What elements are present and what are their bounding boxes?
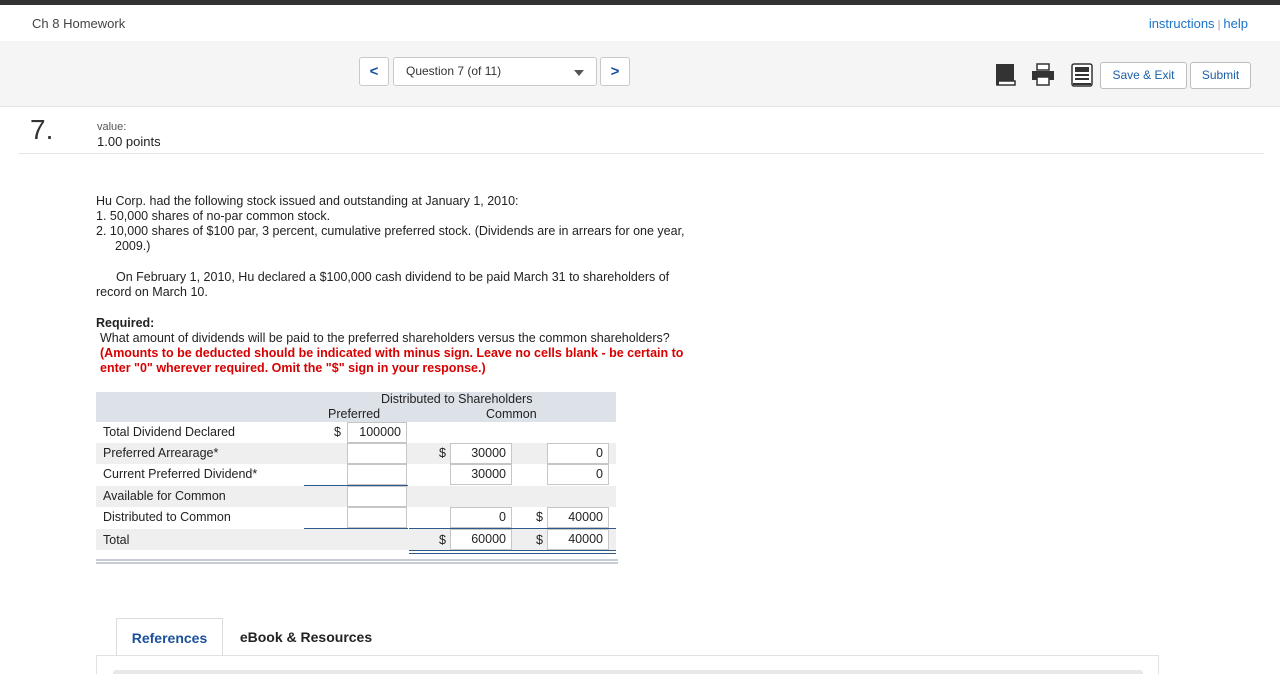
column-header-common: Common	[486, 407, 537, 421]
preferred-arrearage-input[interactable]	[347, 443, 407, 464]
calculator-icon[interactable]	[1071, 63, 1093, 92]
dollar-sign: $	[536, 510, 543, 524]
table-heading: Distributed to Shareholders	[381, 392, 533, 406]
answer-instructions: enter "0" wherever required. Omit the "$…	[100, 361, 486, 375]
dollar-sign: $	[334, 425, 341, 439]
previous-question-button[interactable]: <	[359, 57, 389, 86]
tab-ebook-resources[interactable]: eBook & Resources	[236, 618, 376, 656]
required-text: What amount of dividends will be paid to…	[100, 331, 670, 345]
row-label: Total Dividend Declared	[103, 425, 236, 439]
question-nav-bar: < Question 7 (of 11) > Save & Exit Submi…	[0, 41, 1280, 107]
list-item: 2. 10,000 shares of $100 par, 3 percent,…	[96, 224, 685, 253]
total-double-line	[409, 550, 616, 551]
tab-references[interactable]: References	[116, 618, 223, 656]
submit-button[interactable]: Submit	[1190, 62, 1251, 89]
distributed-common-input[interactable]	[347, 507, 407, 528]
total-double-line	[409, 553, 616, 554]
header-links: instructions | help	[1149, 16, 1248, 31]
answer-instructions: (Amounts to be deducted should be indica…	[100, 346, 684, 360]
current-preferred-preferred[interactable]: 30000	[450, 464, 512, 485]
question-selector-label: Question 7 (of 11)	[406, 64, 502, 78]
column-header-preferred: Preferred	[328, 407, 381, 421]
chevron-down-icon	[574, 70, 584, 76]
row-label: Current Preferred Dividend*	[103, 467, 258, 481]
assignment-title: Ch 8 Homework	[32, 16, 126, 31]
total-preferred[interactable]: 60000	[450, 529, 512, 550]
current-preferred-input[interactable]	[347, 464, 407, 485]
instructions-link[interactable]: instructions	[1149, 16, 1215, 31]
table-footer-rule	[96, 559, 618, 564]
print-icon[interactable]	[1031, 63, 1055, 92]
question-paragraph: On February 1, 2010, Hu declared a $100,…	[96, 270, 670, 299]
value-label: value:	[97, 121, 127, 133]
references-panel	[96, 655, 1159, 674]
help-link[interactable]: help	[1223, 16, 1248, 31]
distributed-common-preferred[interactable]: 0	[450, 507, 512, 528]
list-item: 1. 50,000 shares of no-par common stock.	[96, 209, 331, 223]
row-label: Distributed to Common	[103, 510, 231, 524]
question-selector[interactable]: Question 7 (of 11)	[393, 57, 597, 86]
dividend-table: Distributed to Shareholders Preferred Co…	[96, 392, 618, 567]
preferred-arrearage-common[interactable]: 0	[547, 443, 609, 464]
assignment-header: Ch 8 Homework instructions | help	[0, 5, 1280, 41]
dollar-sign: $	[439, 446, 446, 460]
next-question-button[interactable]: >	[600, 57, 630, 86]
question-intro: Hu Corp. had the following stock issued …	[96, 194, 519, 208]
distributed-common-common[interactable]: 40000	[547, 507, 609, 528]
total-dividend-input[interactable]: 100000	[347, 422, 407, 443]
current-preferred-common[interactable]: 0	[547, 464, 609, 485]
preferred-arrearage-preferred[interactable]: 30000	[450, 443, 512, 464]
question-number: 7.	[30, 114, 54, 145]
row-label: Available for Common	[103, 489, 226, 503]
save-exit-button[interactable]: Save & Exit	[1100, 62, 1187, 89]
dollar-sign: $	[536, 533, 543, 547]
point-value: 1.00 points	[97, 134, 161, 149]
dollar-sign: $	[439, 533, 446, 547]
row-label: Preferred Arrearage*	[103, 446, 219, 460]
required-label: Required:	[96, 316, 155, 330]
book-icon[interactable]	[995, 63, 1017, 92]
panel-scroll-bar	[113, 670, 1143, 674]
link-separator: |	[1217, 19, 1221, 31]
available-common-input[interactable]	[347, 486, 407, 507]
row-label: Total	[103, 533, 130, 547]
question-text: Hu Corp. had the following stock issued …	[96, 194, 736, 376]
total-common[interactable]: 40000	[547, 529, 609, 550]
divider	[18, 153, 1264, 154]
